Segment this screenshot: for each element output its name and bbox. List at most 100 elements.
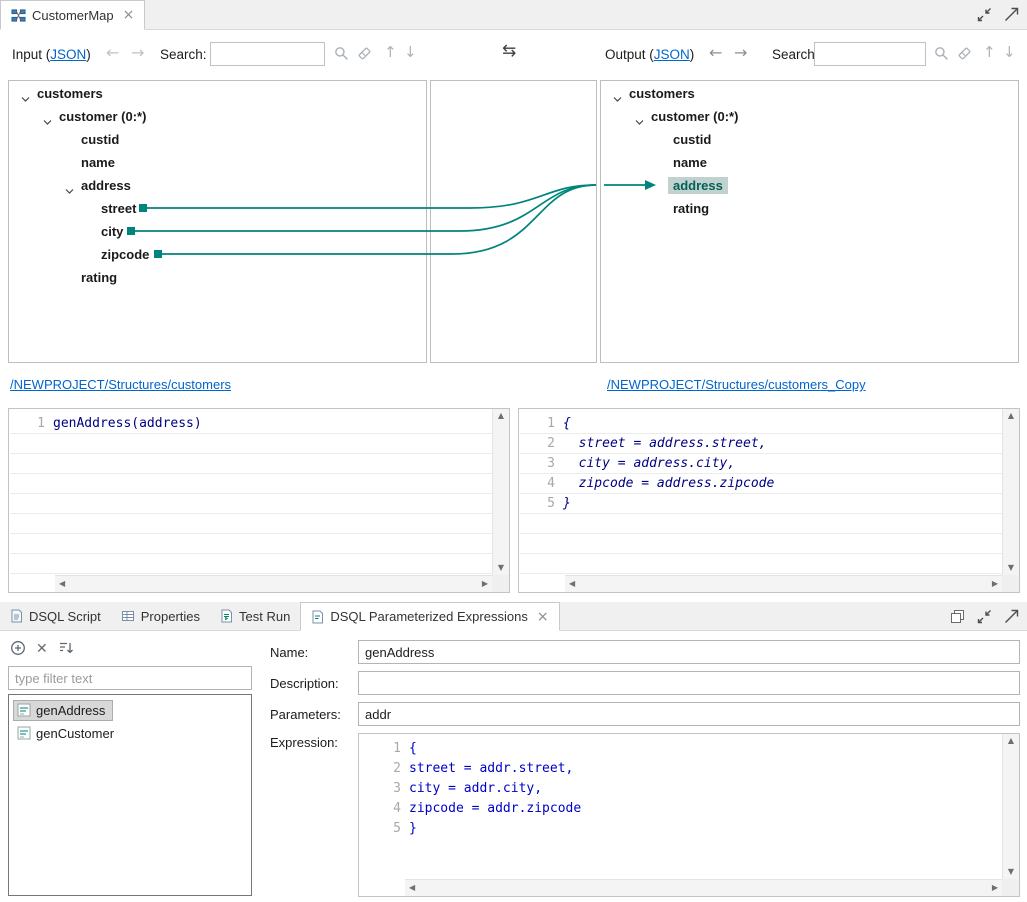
scroll-right-icon[interactable]: ▶ [482,580,488,588]
minimize-view-icon[interactable] [977,7,992,22]
input-back-icon[interactable]: ← [106,45,119,61]
scroll-down-icon[interactable]: ▼ [1008,564,1014,572]
close-tab-icon[interactable]: × [123,7,135,23]
delete-expression-icon[interactable]: ✕ [36,641,48,657]
editor-code-area[interactable]: 1genAddress(address) [9,414,492,434]
vertical-scrollbar[interactable]: ▲ ▼ [492,409,509,575]
maximize-view-icon[interactable] [1004,7,1019,22]
sort-icon[interactable] [58,640,74,656]
expression-icon [17,726,31,740]
tree-node-label: rating [673,201,709,216]
tree-node-label: name [81,155,115,170]
name-field[interactable] [358,640,1020,664]
output-json-link[interactable]: JSON [654,47,690,62]
scroll-up-icon[interactable]: ▲ [1008,412,1014,420]
code-line: city = address.city, [563,454,735,474]
output-structure-link[interactable]: /NEWPROJECT/Structures/customers_Copy [607,377,866,392]
expression-item-genaddress[interactable]: genAddress [14,699,112,721]
scroll-left-icon[interactable]: ◀ [409,884,415,892]
description-field[interactable] [358,671,1020,695]
scroll-left-icon[interactable]: ◀ [59,580,65,588]
input-structure-link[interactable]: /NEWPROJECT/Structures/customers [10,377,231,392]
horizontal-scrollbar[interactable]: ◀ ▶ [405,879,1002,896]
scrollbar-corner [1002,879,1019,896]
input-prev-match-icon[interactable]: ↑ [384,45,397,60]
output-expression-editor[interactable]: 1{ 2 street = address.street, 3 city = a… [518,408,1020,593]
mapping-canvas-panel[interactable] [430,80,597,363]
minimize-view-icon[interactable] [977,609,992,624]
input-node-address[interactable]: address [9,175,425,198]
tab-test-run[interactable]: Test Run [210,602,300,630]
scroll-right-icon[interactable]: ▶ [992,884,998,892]
scroll-left-icon[interactable]: ◀ [569,580,575,588]
output-prev-match-icon[interactable]: ↑ [983,45,996,60]
vertical-scrollbar[interactable]: ▲ ▼ [1002,409,1019,575]
scroll-down-icon[interactable]: ▼ [498,564,504,572]
input-search-field[interactable] [210,42,325,66]
chevron-down-icon[interactable] [65,183,75,191]
tab-properties[interactable]: Properties [111,602,210,630]
input-clear-search-icon[interactable] [357,46,372,61]
expressions-list[interactable]: genAddress genCustomer [8,694,252,896]
mapping-icon [11,8,26,23]
input-node-zipcode[interactable]: zipcode [9,244,425,267]
input-search-icon[interactable] [334,46,349,61]
chevron-down-icon[interactable] [635,114,645,122]
output-next-match-icon[interactable]: ↓ [1003,45,1016,60]
input-next-match-icon[interactable]: ↓ [404,45,417,60]
output-back-icon[interactable]: ← [709,45,722,61]
maximize-view-icon[interactable] [1004,609,1019,624]
line-number: 2 [519,434,563,454]
paren-close: ) [86,47,91,62]
scroll-up-icon[interactable]: ▲ [498,412,504,420]
tree-node-label: customer (0:*) [59,109,146,124]
tab-dsql-script[interactable]: DSQL Script [0,602,111,630]
input-expression-editor[interactable]: 1genAddress(address) ▲ ▼ ◀ ▶ [8,408,510,593]
horizontal-scrollbar[interactable]: ◀ ▶ [55,575,492,592]
input-node-rating[interactable]: rating [9,267,425,290]
close-tab-icon[interactable]: × [537,609,549,625]
output-node-customer[interactable]: customer (0:*) [601,106,1017,129]
parameters-field[interactable] [358,702,1020,726]
name-label: Name: [270,645,308,660]
scroll-up-icon[interactable]: ▲ [1008,737,1014,745]
input-json-link[interactable]: JSON [50,47,86,62]
expression-field-editor[interactable]: 1{ 2street = addr.street, 3city = addr.c… [358,733,1020,897]
input-node-street[interactable]: street [9,198,425,221]
selected-item-highlight: genAddress [14,701,112,720]
output-node-custid[interactable]: custid [601,129,1017,152]
output-node-address[interactable]: address [601,175,1017,198]
vertical-scrollbar[interactable]: ▲ ▼ [1002,734,1019,879]
detach-view-icon[interactable] [950,609,965,624]
add-expression-icon[interactable] [10,640,26,656]
tab-dsql-parameterized-expressions[interactable]: DSQL Parameterized Expressions × [300,602,559,631]
tab-customermap[interactable]: CustomerMap × [0,0,145,30]
output-node-rating[interactable]: rating [601,198,1017,221]
input-forward-icon[interactable]: → [131,45,144,61]
expression-item-gencustomer[interactable]: genCustomer [14,722,121,744]
horizontal-scrollbar[interactable]: ◀ ▶ [565,575,1002,592]
output-node-customers[interactable]: customers [601,83,1017,106]
tab-label: Test Run [239,609,290,624]
editor-code-area[interactable]: 1{ 2 street = address.street, 3 city = a… [519,414,1002,514]
chevron-down-icon[interactable] [613,91,623,99]
input-node-custid[interactable]: custid [9,129,425,152]
editor-code-area[interactable]: 1{ 2street = addr.street, 3city = addr.c… [359,739,1002,839]
input-node-name[interactable]: name [9,152,425,175]
chevron-down-icon[interactable] [21,91,31,99]
output-search-icon[interactable] [934,46,949,61]
expression-item-label: genCustomer [36,726,114,741]
filter-input[interactable] [8,666,252,690]
output-clear-search-icon[interactable] [957,46,972,61]
scroll-right-icon[interactable]: ▶ [992,580,998,588]
output-search-field[interactable] [814,42,926,66]
swap-mapping-icon[interactable]: ⇆ [502,43,516,60]
input-node-city[interactable]: city [9,221,425,244]
input-node-customers[interactable]: customers [9,83,425,106]
output-node-name[interactable]: name [601,152,1017,175]
scroll-down-icon[interactable]: ▼ [1008,868,1014,876]
output-forward-icon[interactable]: → [734,45,747,61]
input-node-customer[interactable]: customer (0:*) [9,106,425,129]
code-line: { [409,739,417,759]
chevron-down-icon[interactable] [43,114,53,122]
